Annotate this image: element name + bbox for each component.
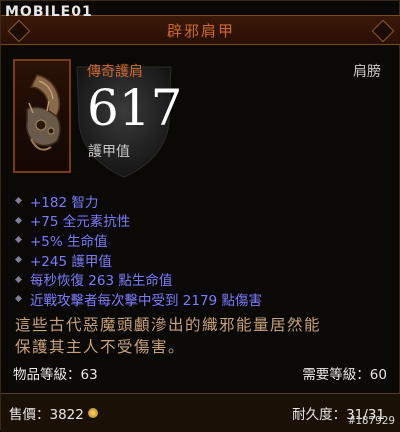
required-level: 需要等級：60: [302, 367, 387, 383]
stat-line: +182 智力: [13, 191, 393, 211]
armor-value: 617: [87, 79, 183, 137]
item-slot: 肩膀: [353, 64, 381, 80]
stat-text: +182 智力: [30, 194, 99, 211]
item-name: 辟邪肩甲: [166, 21, 235, 40]
stat-text: +245 護甲值: [30, 253, 112, 270]
item-rarity-type: 傳奇護肩: [87, 64, 143, 80]
stat-text: +75 全元素抗性: [30, 214, 131, 231]
stat-text: +5% 生命值: [30, 233, 108, 250]
ornament-right-icon: [371, 19, 395, 43]
item-icon-frame[interactable]: [13, 59, 71, 173]
stat-text: 每秒恢復 263 點生命值: [30, 273, 173, 290]
bullet-icon: [14, 197, 23, 205]
item-tooltip: 辟邪肩甲 MOBILE01 傳奇護肩 肩膀 617 護甲值 +182 智力 +7…: [0, 0, 400, 432]
bullet-icon: [14, 216, 23, 224]
stat-line: 近戰攻擊者每次擊中受到 2179 點傷害: [13, 289, 393, 309]
item-footer: 售價：3822 耐久度：31/31: [1, 393, 400, 432]
stat-line: +245 護甲值: [13, 250, 393, 270]
armor-label: 護甲值: [88, 144, 130, 160]
item-level: 物品等級：63: [13, 367, 98, 383]
watermark-logo: MOBILE01: [5, 4, 93, 22]
gold-coin-icon: [87, 408, 98, 418]
item-flavor-text: 這些古代惡魔頭顱滲出的織邪能量居然能 保護其主人不受傷害。: [15, 314, 391, 358]
price-text: 售價：3822: [9, 407, 84, 423]
stat-line: +5% 生命值: [13, 230, 393, 250]
ornament-left-icon: [7, 19, 31, 43]
watermark-text: MOBILE01: [5, 4, 93, 20]
stat-line: 每秒恢復 263 點生命值: [13, 269, 393, 289]
item-stats-list: +182 智力 +75 全元素抗性 +5% 生命值 +245 護甲值 每秒恢復 …: [13, 191, 393, 309]
bullet-icon: [14, 295, 23, 303]
watermark-id: #187929: [348, 414, 395, 427]
sell-price: 售價：3822: [9, 403, 98, 423]
flavor-line: 保護其主人不受傷害。: [15, 338, 186, 356]
item-levels: 物品等級：63 需要等級：60: [13, 363, 387, 383]
stat-text: 近戰攻擊者每次擊中受到 2179 點傷害: [30, 292, 262, 309]
bullet-icon: [14, 256, 23, 264]
shoulder-armor-icon: [25, 74, 61, 151]
flavor-line: 這些古代惡魔頭顱滲出的織邪能量居然能: [15, 316, 322, 334]
bullet-icon: [14, 275, 23, 283]
bullet-icon: [14, 236, 23, 244]
stat-line: +75 全元素抗性: [13, 211, 393, 231]
